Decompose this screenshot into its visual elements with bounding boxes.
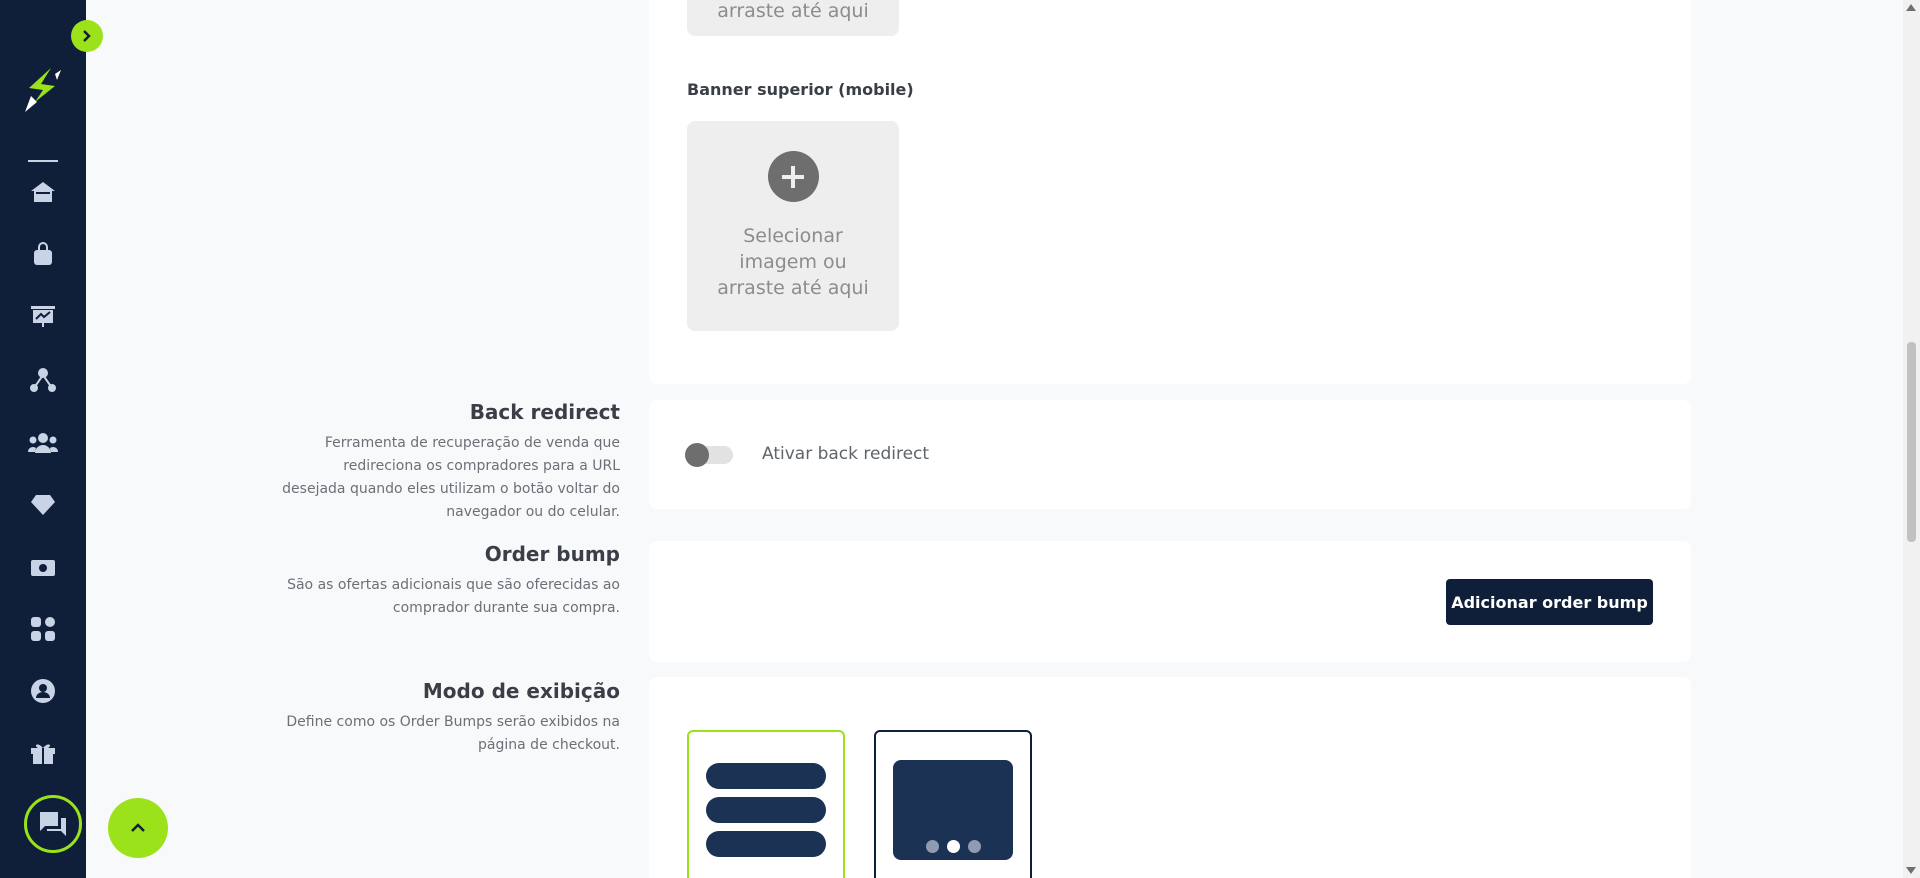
back-redirect-title: Back redirect bbox=[469, 400, 620, 424]
back-redirect-description: Ferramenta de recuperação de venda que r… bbox=[282, 435, 620, 520]
order-bump-description: São as ofertas adicionais que são oferec… bbox=[287, 577, 620, 616]
page-scrollbar[interactable] bbox=[1903, 0, 1920, 878]
list-bar-icon bbox=[706, 763, 826, 789]
list-bar-icon bbox=[706, 797, 826, 823]
chat-icon bbox=[40, 812, 66, 836]
scroll-down-arrow-icon[interactable] bbox=[1906, 867, 1916, 874]
sidebar bbox=[0, 0, 86, 878]
upload-text-line-3: arraste até aqui bbox=[717, 277, 869, 299]
apps-icon[interactable] bbox=[28, 614, 58, 644]
carousel-dot-icon bbox=[926, 840, 939, 853]
display-mode-carousel-option[interactable] bbox=[874, 730, 1032, 878]
display-mode-list-option[interactable] bbox=[687, 730, 845, 878]
money-icon[interactable] bbox=[28, 553, 58, 583]
toggle-knob bbox=[685, 443, 709, 467]
users-icon[interactable] bbox=[28, 428, 58, 458]
gift-icon[interactable] bbox=[28, 738, 58, 768]
back-redirect-toggle[interactable] bbox=[685, 443, 733, 467]
list-bar-icon bbox=[706, 831, 826, 857]
display-mode-card bbox=[649, 677, 1691, 878]
banner-mobile-label: Banner superior (mobile) bbox=[687, 80, 914, 99]
order-bump-title: Order bump bbox=[484, 542, 620, 566]
chevron-right-icon bbox=[83, 30, 91, 42]
diamond-icon[interactable] bbox=[28, 490, 58, 520]
display-mode-title: Modo de exibição bbox=[422, 679, 620, 703]
order-bump-section: Order bump São as ofertas adicionais que… bbox=[280, 542, 620, 620]
banner-card: arraste até aqui Banner superior (mobile… bbox=[649, 0, 1691, 384]
scroll-to-top-button[interactable] bbox=[108, 798, 168, 858]
carousel-dot-icon bbox=[968, 840, 981, 853]
user-circle-icon[interactable] bbox=[28, 676, 58, 706]
back-redirect-card: Ativar back redirect bbox=[649, 400, 1691, 509]
sidebar-expand-button[interactable] bbox=[71, 20, 103, 52]
upload-text-line-1: Selecionar bbox=[743, 225, 843, 247]
brand-logo[interactable] bbox=[21, 66, 65, 116]
carousel-panel-icon bbox=[893, 760, 1013, 860]
plus-icon bbox=[767, 151, 819, 202]
chat-button[interactable] bbox=[24, 795, 82, 853]
add-order-bump-button[interactable]: Adicionar order bump bbox=[1446, 579, 1653, 625]
scroll-up-arrow-icon[interactable] bbox=[1906, 4, 1916, 11]
display-mode-section: Modo de exibição Define como os Order Bu… bbox=[280, 679, 620, 757]
back-redirect-toggle-label: Ativar back redirect bbox=[762, 444, 930, 464]
scroll-thumb[interactable] bbox=[1907, 342, 1916, 542]
home-icon[interactable] bbox=[28, 177, 58, 207]
banner-mobile-upload[interactable]: Selecionar imagem ou arraste até aqui bbox=[687, 121, 899, 331]
back-redirect-section: Back redirect Ferramenta de recuperação … bbox=[280, 400, 620, 524]
presentation-chart-icon[interactable] bbox=[28, 301, 58, 331]
carousel-dot-icon bbox=[947, 840, 960, 853]
affiliates-network-icon[interactable] bbox=[28, 365, 58, 395]
upload-text-line-2: imagem ou bbox=[739, 251, 847, 273]
display-mode-description: Define como os Order Bumps serão exibido… bbox=[286, 714, 620, 753]
sidebar-divider bbox=[28, 160, 58, 162]
order-bump-card: Adicionar order bump bbox=[649, 541, 1691, 662]
upload-text: arraste até aqui bbox=[717, 0, 869, 22]
chevron-up-icon bbox=[131, 823, 145, 832]
shopping-bag-icon[interactable] bbox=[28, 239, 58, 269]
banner-desktop-upload[interactable]: arraste até aqui bbox=[687, 0, 899, 36]
